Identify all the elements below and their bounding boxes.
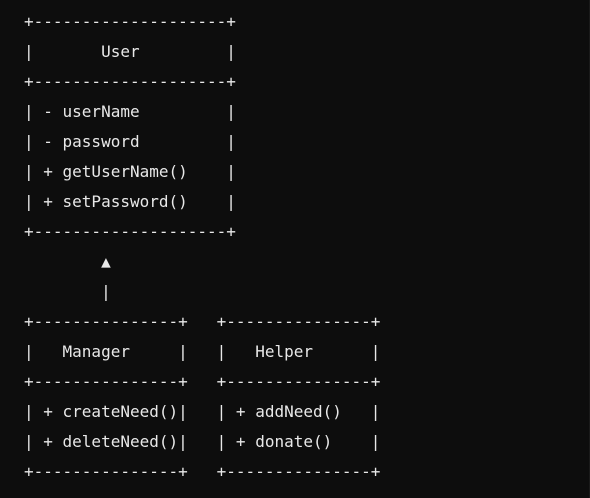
inheritance-connector-line: |	[24, 282, 111, 301]
subclass-boxes-divider: +---------------+ +---------------+	[24, 372, 381, 391]
code-block-panel: +--------------------+ | User | +---------…	[0, 0, 590, 498]
user-attribute-password: | - password |	[24, 132, 236, 151]
subclass-methods-row-2: | + deleteNeed()| | + donate() |	[24, 432, 381, 451]
user-box-divider: +--------------------+	[24, 72, 236, 91]
subclass-methods-row-1: | + createNeed()| | + addNeed() |	[24, 402, 381, 421]
ascii-class-diagram: +--------------------+ | User | +---------…	[24, 7, 380, 487]
subclass-boxes-bottom-border: +---------------+ +---------------+	[24, 462, 381, 481]
user-box-top-border: +--------------------+	[24, 12, 236, 31]
user-attribute-username: | - userName |	[24, 102, 236, 121]
user-class-title: | User |	[24, 42, 236, 61]
user-box-bottom-border: +--------------------+	[24, 222, 236, 241]
inheritance-arrowhead: ▲	[24, 252, 111, 271]
user-method-getusername: | + getUserName() |	[24, 162, 236, 181]
user-method-setpassword: | + setPassword() |	[24, 192, 236, 211]
subclass-boxes-top-border: +---------------+ +---------------+	[24, 312, 381, 331]
subclass-titles-manager-helper: | Manager | | Helper |	[24, 342, 381, 361]
